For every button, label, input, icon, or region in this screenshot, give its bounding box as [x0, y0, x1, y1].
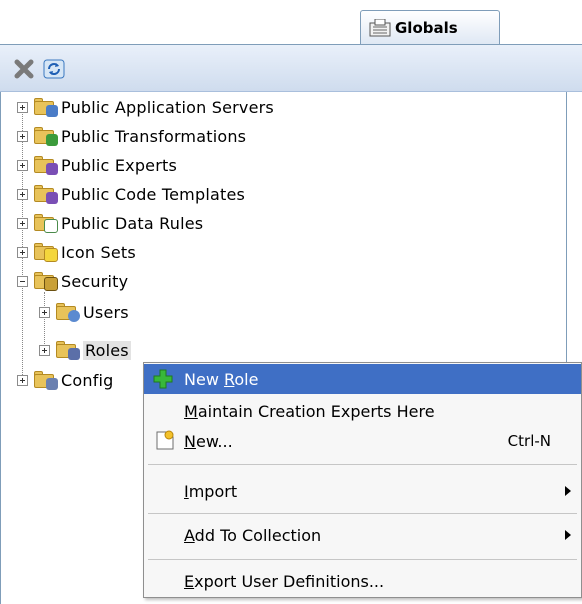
tree-item-public-code-templates[interactable]: Public Code Templates	[17, 181, 245, 207]
tree-item-label: Icon Sets	[61, 242, 136, 262]
shortcut-label: Ctrl-N	[507, 432, 551, 450]
tree-item-label: Public Experts	[61, 155, 178, 175]
tree-item-users[interactable]: Users	[39, 299, 129, 325]
public-data-rules-icon	[34, 213, 58, 233]
submenu-arrow-icon	[565, 530, 571, 540]
tree-item-public-application-servers[interactable]: Public Application Servers	[17, 94, 274, 120]
menu-separator	[148, 513, 577, 514]
new-document-icon	[154, 429, 176, 455]
tab-label: Globals	[395, 18, 458, 37]
tree-item-public-data-rules[interactable]: Public Data Rules	[17, 210, 203, 236]
expand-icon[interactable]	[17, 130, 28, 142]
panel-right-border	[566, 92, 567, 372]
public-application-servers-icon	[34, 97, 58, 117]
tree-item-public-transformations[interactable]: Public Transformations	[17, 123, 246, 149]
menu-item-label: New Role	[184, 369, 259, 389]
expand-icon[interactable]	[17, 159, 28, 171]
menu-item-label: Import	[184, 481, 238, 501]
globals-tab-icon	[369, 18, 391, 37]
tree-item-roles[interactable]: Roles	[39, 337, 131, 363]
tree-item-security[interactable]: Security	[17, 268, 128, 294]
close-icon[interactable]	[12, 57, 36, 81]
tree-item-config[interactable]: Config	[17, 367, 114, 393]
green-plus-icon	[152, 368, 174, 394]
users-folder-icon	[56, 302, 80, 322]
menu-item-maintain-creation-experts[interactable]: Maintain Creation Experts Here	[144, 396, 581, 426]
menu-item-label: Maintain Creation Experts Here	[184, 401, 435, 421]
tree-item-label: Users	[83, 302, 129, 322]
tree-item-label: Public Data Rules	[61, 213, 204, 233]
navigator-toolbar	[0, 44, 582, 92]
public-experts-icon	[34, 155, 58, 175]
expand-icon[interactable]	[17, 188, 28, 200]
menu-item-import[interactable]: Import	[144, 476, 581, 506]
roles-folder-icon	[56, 340, 80, 360]
tab-globals[interactable]: Globals	[360, 10, 500, 44]
tree-item-label: Roles	[83, 340, 131, 360]
security-folder-icon	[34, 271, 58, 291]
menu-separator	[148, 464, 577, 465]
expand-icon[interactable]	[17, 217, 28, 229]
menu-item-label: New...	[184, 431, 233, 451]
expand-icon[interactable]	[39, 344, 50, 356]
menu-item-label: Export User Definitions...	[184, 571, 385, 591]
tree-item-label: Public Transformations	[61, 126, 247, 146]
tree-item-label: Public Code Templates	[61, 184, 246, 204]
context-menu: New Role Maintain Creation Experts Here …	[143, 362, 582, 598]
menu-separator	[148, 559, 577, 560]
tree-item-label: Config	[61, 370, 114, 390]
submenu-arrow-icon	[565, 486, 571, 496]
expand-icon[interactable]	[17, 101, 28, 113]
public-transformations-icon	[34, 126, 58, 146]
collapse-icon[interactable]	[17, 275, 28, 287]
expand-icon[interactable]	[17, 374, 28, 386]
expand-icon[interactable]	[39, 306, 50, 318]
config-folder-icon	[34, 370, 58, 390]
menu-item-add-to-collection[interactable]: Add To Collection	[144, 520, 581, 550]
tree-item-label: Public Application Servers	[61, 97, 274, 117]
tab-strip: Globals	[0, 0, 582, 44]
tree-item-icon-sets[interactable]: Icon Sets	[17, 239, 136, 265]
tree-item-public-experts[interactable]: Public Experts	[17, 152, 177, 178]
public-code-templates-icon	[34, 184, 58, 204]
menu-item-new-role[interactable]: New Role	[144, 364, 581, 394]
menu-item-export-user-definitions[interactable]: Export User Definitions...	[144, 566, 581, 596]
expand-icon[interactable]	[17, 246, 28, 258]
menu-item-label: Add To Collection	[184, 525, 322, 545]
menu-item-new[interactable]: New... Ctrl-N	[144, 426, 581, 456]
refresh-icon[interactable]	[42, 57, 66, 81]
icon-sets-icon	[34, 242, 58, 262]
tree-item-label: Security	[61, 271, 129, 291]
